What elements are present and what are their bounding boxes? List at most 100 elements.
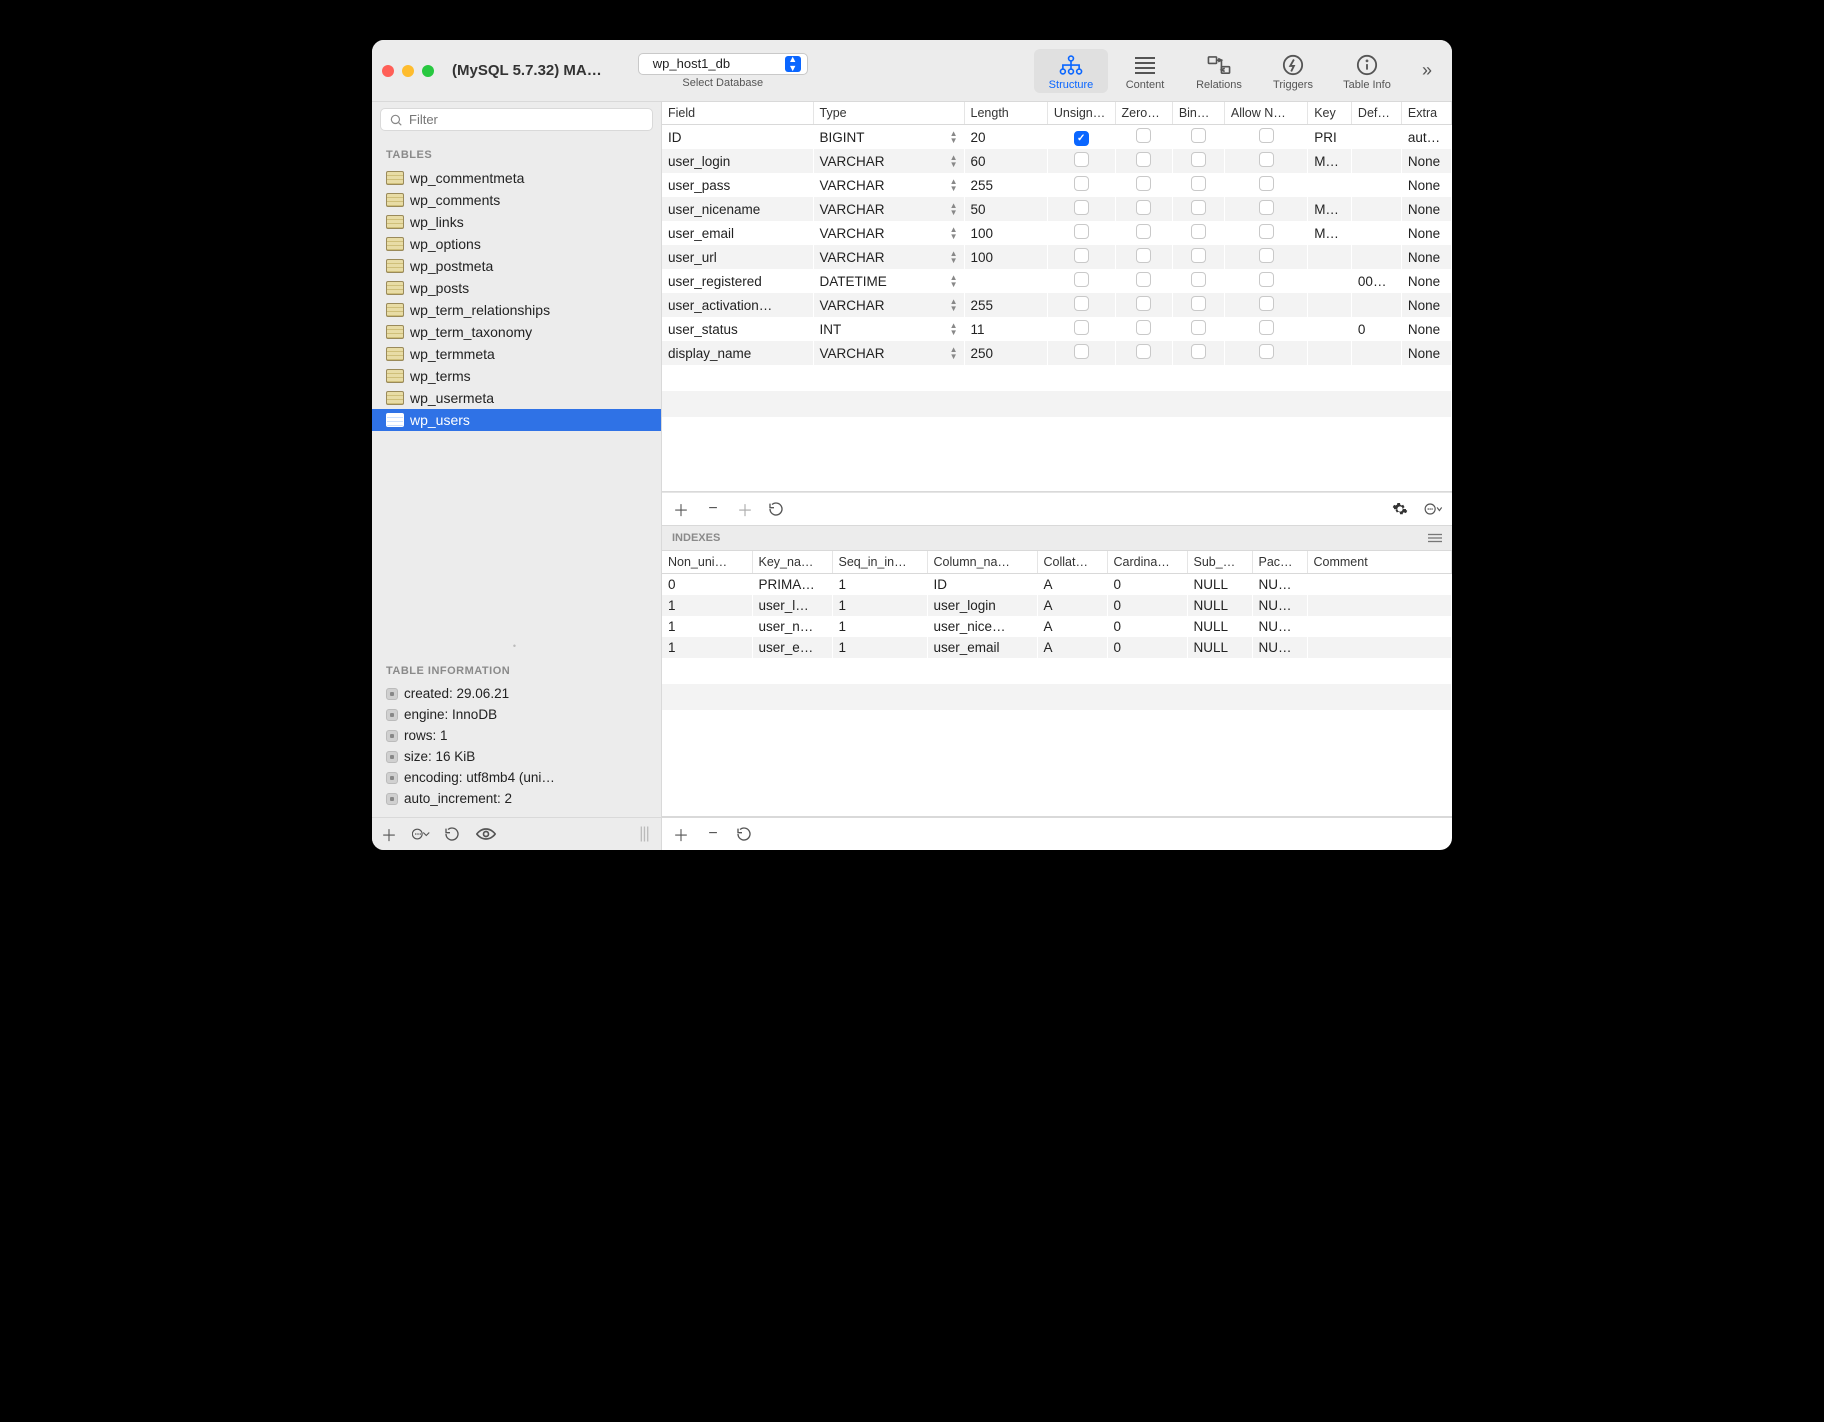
field-allownull-cell[interactable]: [1224, 149, 1307, 173]
checkbox[interactable]: [1191, 272, 1206, 287]
field-zerofill-cell[interactable]: [1115, 149, 1172, 173]
table-item[interactable]: wp_term_relationships: [372, 299, 661, 321]
field-binary-cell[interactable]: [1172, 221, 1224, 245]
field-default-cell[interactable]: [1351, 149, 1401, 173]
field-binary-cell[interactable]: [1172, 173, 1224, 197]
field-name-cell[interactable]: display_name: [662, 341, 813, 365]
checkbox[interactable]: [1074, 152, 1089, 167]
checkbox[interactable]: [1136, 152, 1151, 167]
field-type-cell[interactable]: VARCHAR▲▼: [813, 221, 964, 245]
field-type-cell[interactable]: VARCHAR▲▼: [813, 197, 964, 221]
tab-triggers[interactable]: Triggers: [1256, 49, 1330, 93]
index-comment-cell[interactable]: [1307, 574, 1452, 596]
field-length-cell[interactable]: 255: [964, 293, 1047, 317]
checkbox[interactable]: [1259, 272, 1274, 287]
field-zerofill-cell[interactable]: [1115, 197, 1172, 221]
field-default-cell[interactable]: [1351, 293, 1401, 317]
field-type-cell[interactable]: VARCHAR▲▼: [813, 245, 964, 269]
checkbox[interactable]: [1259, 224, 1274, 239]
field-key-cell[interactable]: [1308, 341, 1352, 365]
index-cardinality-cell[interactable]: 0: [1107, 616, 1187, 637]
field-row[interactable]: user_emailVARCHAR▲▼100M…None: [662, 221, 1452, 245]
field-allownull-cell[interactable]: [1224, 317, 1307, 341]
field-type-cell[interactable]: INT▲▼: [813, 317, 964, 341]
field-name-cell[interactable]: user_nicename: [662, 197, 813, 221]
field-zerofill-cell[interactable]: [1115, 269, 1172, 293]
index-comment-cell[interactable]: [1307, 595, 1452, 616]
index-keyname-cell[interactable]: user_l…: [752, 595, 832, 616]
table-item[interactable]: wp_users: [372, 409, 661, 431]
field-zerofill-cell[interactable]: [1115, 173, 1172, 197]
checkbox[interactable]: [1136, 344, 1151, 359]
fields-column-header[interactable]: Zero…: [1115, 102, 1172, 125]
index-nonunique-cell[interactable]: 1: [662, 637, 752, 658]
tab-structure[interactable]: Structure: [1034, 49, 1108, 93]
field-default-cell[interactable]: [1351, 221, 1401, 245]
field-name-cell[interactable]: ID: [662, 125, 813, 150]
field-allownull-cell[interactable]: [1224, 125, 1307, 150]
filter-input[interactable]: [409, 112, 644, 127]
index-column-cell[interactable]: user_login: [927, 595, 1037, 616]
field-extra-cell[interactable]: None: [1401, 149, 1451, 173]
field-allownull-cell[interactable]: [1224, 293, 1307, 317]
field-unsigned-cell[interactable]: [1047, 245, 1115, 269]
field-binary-cell[interactable]: [1172, 317, 1224, 341]
field-default-cell[interactable]: [1351, 341, 1401, 365]
index-subpart-cell[interactable]: NULL: [1187, 574, 1252, 596]
checkbox[interactable]: [1191, 224, 1206, 239]
fields-column-header[interactable]: Extra: [1401, 102, 1451, 125]
index-seq-cell[interactable]: 1: [832, 595, 927, 616]
field-unsigned-cell[interactable]: [1047, 341, 1115, 365]
checkbox[interactable]: [1191, 200, 1206, 215]
field-key-cell[interactable]: [1308, 293, 1352, 317]
index-subpart-cell[interactable]: NULL: [1187, 637, 1252, 658]
field-type-cell[interactable]: BIGINT▲▼: [813, 125, 964, 150]
field-name-cell[interactable]: user_status: [662, 317, 813, 341]
index-collation-cell[interactable]: A: [1037, 616, 1107, 637]
checkbox[interactable]: [1191, 152, 1206, 167]
fields-more-menu[interactable]: [1424, 502, 1442, 516]
checkbox[interactable]: [1191, 176, 1206, 191]
field-allownull-cell[interactable]: [1224, 197, 1307, 221]
checkbox[interactable]: [1191, 320, 1206, 335]
field-length-cell[interactable]: 60: [964, 149, 1047, 173]
field-default-cell[interactable]: [1351, 173, 1401, 197]
filter-field[interactable]: [380, 108, 653, 131]
indexes-view-menu[interactable]: [1428, 532, 1442, 544]
indexes-column-header[interactable]: Seq_in_in…: [832, 551, 927, 574]
checkbox[interactable]: [1074, 248, 1089, 263]
field-type-cell[interactable]: VARCHAR▲▼: [813, 293, 964, 317]
index-comment-cell[interactable]: [1307, 616, 1452, 637]
field-binary-cell[interactable]: [1172, 341, 1224, 365]
index-row[interactable]: 0PRIMA…1IDA0NULLNU…: [662, 574, 1452, 596]
field-zerofill-cell[interactable]: [1115, 245, 1172, 269]
table-item[interactable]: wp_commentmeta: [372, 167, 661, 189]
minimize-window-button[interactable]: [402, 65, 414, 77]
fields-column-header[interactable]: Bin…: [1172, 102, 1224, 125]
index-subpart-cell[interactable]: NULL: [1187, 616, 1252, 637]
checkbox[interactable]: [1259, 152, 1274, 167]
checkbox[interactable]: [1136, 320, 1151, 335]
checkbox[interactable]: [1259, 176, 1274, 191]
refresh-indexes-button[interactable]: [736, 826, 754, 842]
checkbox[interactable]: [1191, 344, 1206, 359]
field-length-cell[interactable]: 50: [964, 197, 1047, 221]
field-key-cell[interactable]: [1308, 173, 1352, 197]
field-name-cell[interactable]: user_registered: [662, 269, 813, 293]
field-length-cell[interactable]: 20: [964, 125, 1047, 150]
sidebar-collapse-handle[interactable]: |||: [635, 825, 653, 843]
checkbox[interactable]: [1136, 248, 1151, 263]
index-seq-cell[interactable]: 1: [832, 574, 927, 596]
checkbox[interactable]: [1136, 224, 1151, 239]
fields-column-header[interactable]: Key: [1308, 102, 1352, 125]
index-subpart-cell[interactable]: NULL: [1187, 595, 1252, 616]
index-keyname-cell[interactable]: PRIMA…: [752, 574, 832, 596]
checkbox[interactable]: [1074, 200, 1089, 215]
field-binary-cell[interactable]: [1172, 293, 1224, 317]
table-item[interactable]: wp_term_taxonomy: [372, 321, 661, 343]
type-stepper-icon[interactable]: ▲▼: [950, 226, 958, 240]
add-index-button[interactable]: ＋: [672, 822, 690, 846]
field-name-cell[interactable]: user_pass: [662, 173, 813, 197]
field-allownull-cell[interactable]: [1224, 269, 1307, 293]
field-binary-cell[interactable]: [1172, 149, 1224, 173]
